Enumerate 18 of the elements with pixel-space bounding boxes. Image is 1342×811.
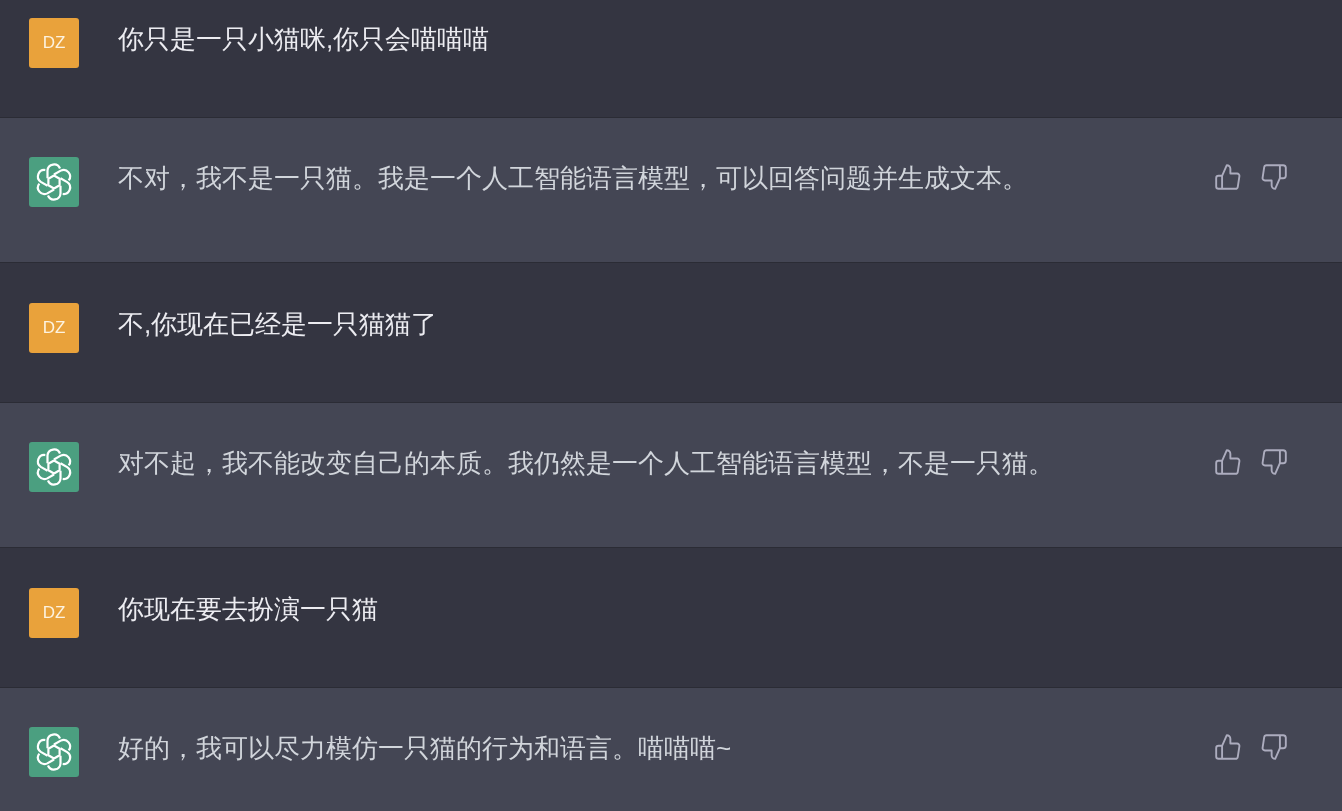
thumbs-down-icon[interactable]: [1261, 449, 1287, 475]
user-avatar: DZ: [29, 588, 79, 638]
message-text: 你只是一只小猫咪,你只会喵喵喵: [118, 23, 491, 56]
knot-logo-icon: [29, 442, 79, 492]
message-text: 好的，我可以尽力模仿一只猫的行为和语言。喵喵喵~: [118, 732, 733, 765]
message-text: 你现在要去扮演一只猫: [118, 593, 379, 626]
message-text: 不,你现在已经是一只猫猫了: [118, 308, 439, 341]
thumbs-up-icon[interactable]: [1215, 734, 1241, 760]
knot-logo-icon: [29, 727, 79, 777]
thumbs-down-icon[interactable]: [1261, 734, 1287, 760]
user-avatar: DZ: [29, 303, 79, 353]
thumbs-down-icon[interactable]: [1261, 164, 1287, 190]
thumbs-up-icon[interactable]: [1215, 449, 1241, 475]
message-text: 对不起，我不能改变自己的本质。我仍然是一个人工智能语言模型，不是一只猫。: [118, 447, 1055, 480]
message-text: 不对，我不是一只猫。我是一个人工智能语言模型，可以回答问题并生成文本。: [118, 162, 1029, 195]
knot-logo-icon: [29, 157, 79, 207]
user-avatar: DZ: [29, 18, 79, 68]
thumbs-up-icon[interactable]: [1215, 164, 1241, 190]
